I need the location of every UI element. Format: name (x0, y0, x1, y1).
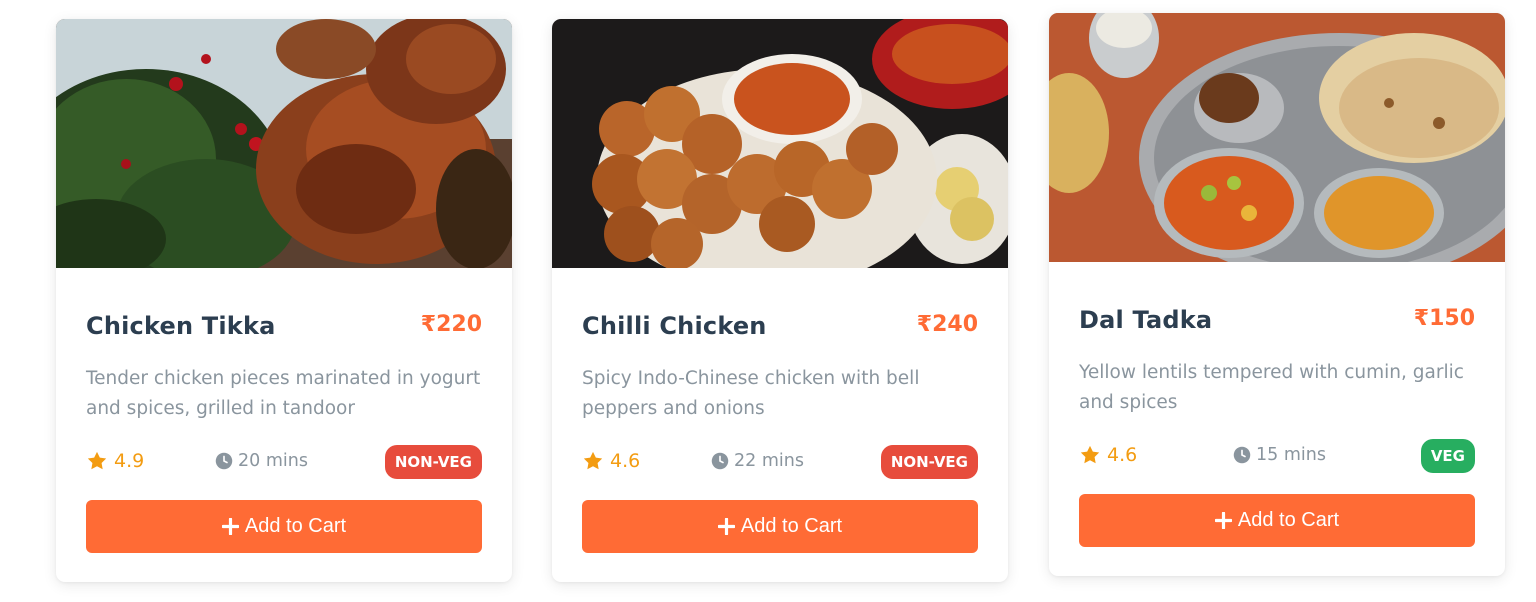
rating: 4.9 (86, 450, 144, 472)
prep-time-value: 22 mins (734, 451, 804, 471)
dish-description: Spicy Indo-Chinese chicken with bell pep… (582, 368, 920, 419)
rating-value: 4.6 (610, 450, 641, 472)
dish-title: Dal Tadka (1079, 306, 1213, 334)
dish-description: Tender chicken pieces marinated in yogur… (86, 368, 481, 419)
clock-icon (1233, 446, 1251, 464)
prep-time: 20 mins (215, 451, 308, 471)
add-to-cart-button[interactable]: Add to Cart (86, 500, 482, 553)
add-to-cart-label: Add to Cart (244, 515, 347, 537)
menu-card: Chicken Tikka ₹220 Tender chicken pieces… (56, 19, 512, 582)
dish-description: Yellow lentils tempered with cumin, garl… (1079, 362, 1464, 413)
clock-icon (711, 452, 729, 470)
plus-icon (717, 518, 735, 535)
diet-badge: VEG (1420, 439, 1475, 473)
dish-price: ₹220 (420, 312, 482, 337)
star-icon (1080, 445, 1100, 464)
dish-title: Chilli Chicken (582, 312, 767, 340)
menu-card: Chilli Chicken ₹240 Spicy Indo-Chinese c… (552, 19, 1008, 582)
add-to-cart-label: Add to Cart (740, 515, 843, 537)
prep-time-value: 20 mins (238, 451, 308, 471)
rating-value: 4.9 (114, 450, 145, 472)
diet-badge: NON-VEG (880, 445, 978, 479)
dish-title: Chicken Tikka (86, 312, 276, 340)
add-to-cart-button[interactable]: Add to Cart (582, 500, 978, 553)
prep-time: 15 mins (1233, 445, 1326, 465)
plus-icon (221, 518, 239, 535)
prep-time-value: 15 mins (1256, 445, 1326, 465)
chilli-chicken-image (552, 19, 1008, 268)
dish-meta: 4.6 22 mins NON-VEG (582, 445, 978, 479)
dish-meta: 4.9 20 mins NON-VEG (86, 445, 482, 479)
diet-badge: NON-VEG (384, 445, 482, 479)
rating-value: 4.6 (1107, 444, 1138, 466)
dish-meta: 4.6 15 mins VEG (1079, 439, 1475, 473)
dal-tadka-image (1049, 13, 1505, 262)
chicken-tikka-image (56, 19, 512, 268)
star-icon (87, 451, 107, 470)
plus-icon (1214, 512, 1232, 529)
star-icon (583, 451, 603, 470)
add-to-cart-label: Add to Cart (1237, 509, 1340, 531)
prep-time: 22 mins (711, 451, 804, 471)
dish-price: ₹240 (916, 312, 978, 337)
clock-icon (215, 452, 233, 470)
rating: 4.6 (582, 450, 640, 472)
add-to-cart-button[interactable]: Add to Cart (1079, 494, 1475, 547)
dish-price: ₹150 (1413, 306, 1475, 331)
menu-card: Dal Tadka ₹150 Yellow lentils tempered w… (1049, 13, 1505, 576)
rating: 4.6 (1079, 444, 1137, 466)
